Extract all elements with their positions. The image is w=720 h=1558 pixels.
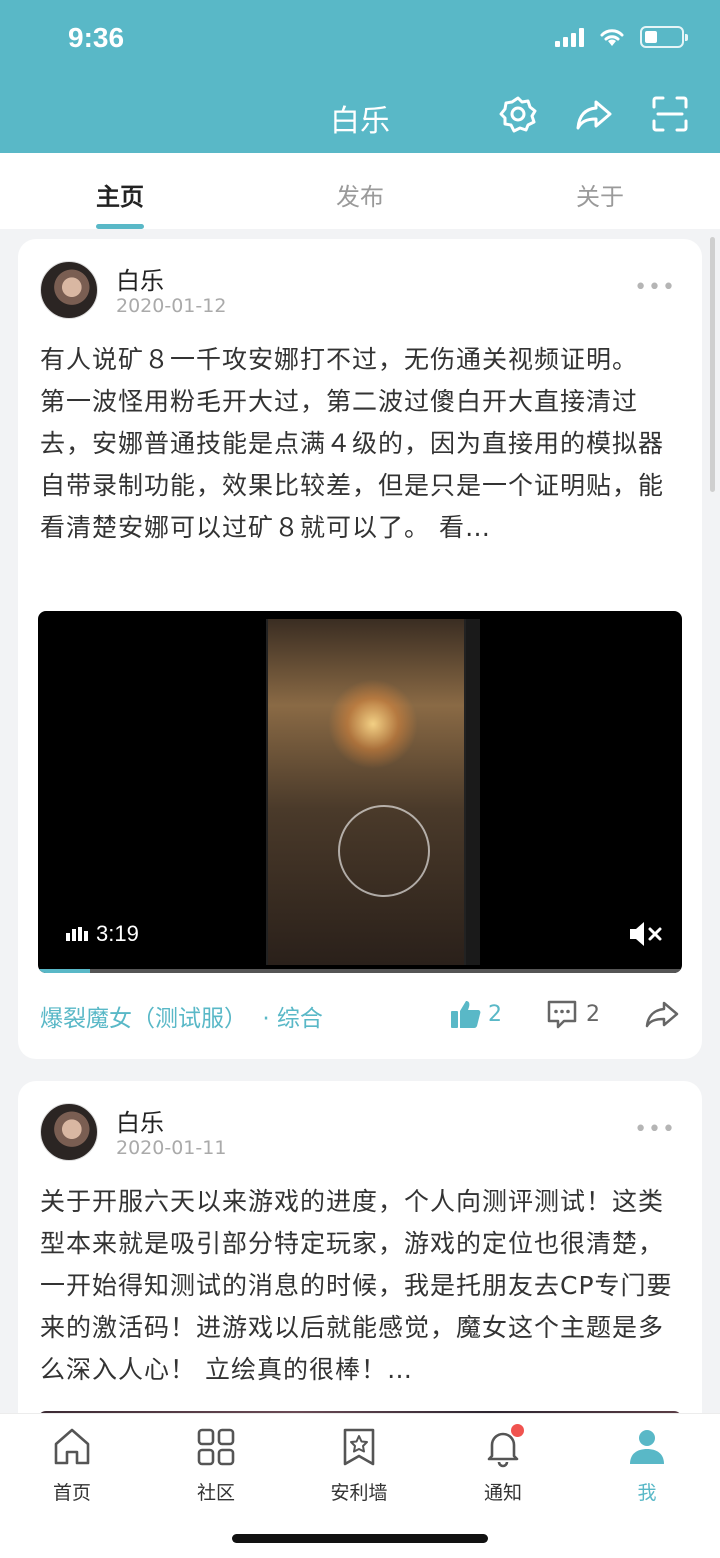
- post-date: 2020-01-12: [116, 295, 227, 317]
- thumbs-up-icon: [451, 1001, 481, 1028]
- like-button[interactable]: 2: [450, 999, 502, 1029]
- post-tags: 爆裂魔女（测试服） · 综合: [40, 999, 323, 1033]
- game-tag-link[interactable]: 爆裂魔女（测试服）: [40, 1006, 247, 1032]
- grid-icon: [197, 1428, 235, 1466]
- post-feed[interactable]: 白乐 2020-01-12 ••• 有人说矿８一千攻安娜打不过，无伤通关视频证明…: [0, 229, 720, 1413]
- author-name[interactable]: 白乐: [116, 1103, 164, 1138]
- avatar[interactable]: [40, 261, 98, 319]
- video-progress-fill: [38, 969, 90, 973]
- video-progress-bar[interactable]: [38, 969, 682, 973]
- status-time: 9:36: [68, 22, 125, 53]
- mute-icon[interactable]: [628, 919, 664, 949]
- person-icon: [630, 1430, 664, 1464]
- nav-community[interactable]: 社区: [156, 1426, 276, 1505]
- battery-icon: [640, 26, 688, 48]
- post-text[interactable]: 有人说矿８一千攻安娜打不过，无伤通关视频证明。 第一波怪用粉毛开大过，第二波过傻…: [40, 339, 680, 549]
- post-text[interactable]: 关于开服六天以来游戏的进度，个人向测评测试！这类型本来就是吸引部分特定玩家，游戏…: [40, 1181, 680, 1391]
- like-count: 2: [488, 1001, 502, 1027]
- nav-me[interactable]: 我: [587, 1426, 707, 1505]
- wifi-icon: [600, 29, 624, 46]
- post-footer: 爆裂魔女（测试服） · 综合 2 2: [40, 999, 680, 1039]
- profile-tabs: 主页 发布 关于: [0, 153, 720, 229]
- scan-icon[interactable]: [650, 94, 690, 134]
- more-options-icon[interactable]: •••: [634, 1117, 676, 1142]
- post-card[interactable]: 白乐 2020-01-11 ••• 关于开服六天以来游戏的进度，个人向测评测试！…: [18, 1081, 702, 1413]
- nav-recommend-wall-label: 安利墙: [330, 1482, 388, 1504]
- bell-icon: [482, 1424, 524, 1468]
- gear-icon[interactable]: [498, 94, 538, 134]
- home-icon: [54, 1428, 90, 1465]
- nav-recommend-wall[interactable]: 安利墙: [299, 1426, 419, 1505]
- bookmark-star-icon: [343, 1428, 375, 1466]
- post-date: 2020-01-11: [116, 1137, 227, 1159]
- tab-about[interactable]: 关于: [480, 153, 720, 229]
- volume-bars-icon: [66, 927, 88, 941]
- tab-home[interactable]: 主页: [0, 153, 240, 229]
- cellular-signal-icon: [555, 27, 584, 47]
- nav-community-label: 社区: [196, 1482, 235, 1504]
- nav-notifications[interactable]: 通知: [443, 1424, 563, 1505]
- nav-home-label: 首页: [52, 1482, 91, 1504]
- comment-count: 2: [586, 1001, 600, 1027]
- comment-button[interactable]: 2: [546, 999, 600, 1029]
- video-duration-text: 3:19: [96, 921, 139, 946]
- tab-posts[interactable]: 发布: [240, 153, 480, 229]
- more-options-icon[interactable]: •••: [634, 275, 676, 300]
- scrollbar[interactable]: [710, 237, 715, 492]
- nav-me-label: 我: [637, 1482, 657, 1504]
- app-header: 9:36 白乐: [0, 0, 720, 153]
- home-indicator[interactable]: [232, 1534, 488, 1543]
- emulator-sidebar: [466, 619, 480, 965]
- comment-icon: [547, 1000, 577, 1029]
- status-icons: [555, 26, 688, 48]
- notification-badge: [511, 1424, 524, 1437]
- nav-notifications-label: 通知: [483, 1482, 522, 1504]
- author-name[interactable]: 白乐: [116, 261, 164, 296]
- video-player[interactable]: 3:19: [38, 611, 682, 973]
- post-card[interactable]: 白乐 2020-01-12 ••• 有人说矿８一千攻安娜打不过，无伤通关视频证明…: [18, 239, 702, 1059]
- video-duration: 3:19: [66, 921, 139, 947]
- nav-home[interactable]: 首页: [12, 1426, 132, 1505]
- share-icon[interactable]: [574, 94, 614, 134]
- category-tag-link[interactable]: · 综合: [262, 1006, 323, 1032]
- avatar[interactable]: [40, 1103, 98, 1161]
- share-post-icon[interactable]: [644, 999, 680, 1029]
- video-thumbnail: [266, 619, 466, 965]
